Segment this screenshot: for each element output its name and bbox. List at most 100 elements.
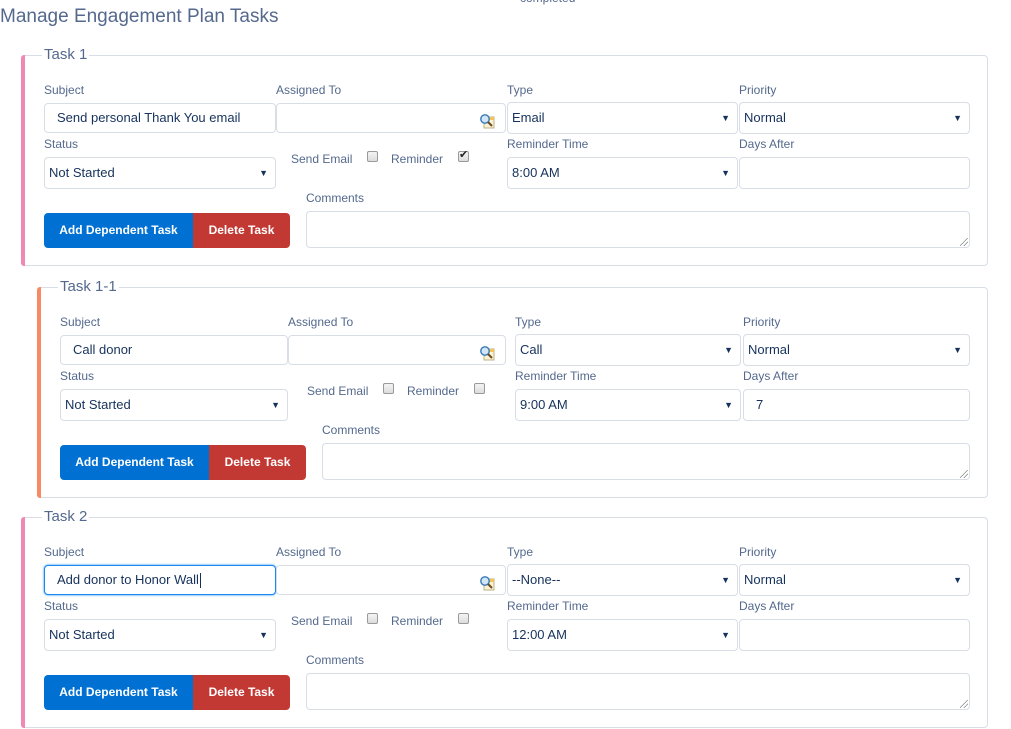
reminder-checkbox[interactable] (474, 383, 485, 394)
reminder-time-select[interactable]: 9:00 AM ▼ (515, 389, 741, 421)
status-select[interactable]: Not Started ▼ (44, 619, 276, 651)
subject-label: Subject (44, 83, 85, 97)
comments-label: Comments (306, 191, 365, 205)
status-value: Not Started (49, 165, 115, 180)
resize-handle[interactable] (960, 470, 968, 478)
dropdown-arrow-icon: ▼ (271, 400, 280, 410)
add-dependent-task-button[interactable]: Add Dependent Task (44, 675, 193, 710)
page-title: Manage Engagement Plan Tasks (0, 6, 279, 27)
subject-input[interactable]: Send personal Thank You email (44, 103, 276, 133)
subject-value: Add donor to Honor Wall (57, 572, 199, 587)
task-level-accent-bar (37, 287, 41, 498)
assigned-to-lookup-input[interactable] (288, 335, 506, 365)
resize-handle[interactable] (960, 700, 968, 708)
reminder-time-value: 9:00 AM (520, 397, 568, 412)
send-email-label: Send Email (291, 152, 353, 166)
reminder-time-label: Reminder Time (507, 137, 589, 151)
send-email-label: Send Email (307, 384, 369, 398)
dropdown-arrow-icon: ▼ (953, 575, 962, 585)
comments-textarea[interactable] (306, 673, 970, 710)
delete-task-button[interactable]: Delete Task (209, 445, 306, 480)
subject-label: Subject (60, 315, 101, 329)
reminder-time-select[interactable]: 12:00 AM ▼ (507, 619, 738, 651)
priority-value: Normal (744, 110, 786, 125)
task-level-accent-bar (21, 55, 25, 266)
magnifier-lookup-icon[interactable] (479, 343, 495, 361)
type-select[interactable]: --None-- ▼ (507, 564, 738, 596)
assigned-to-lookup-input[interactable] (276, 103, 506, 133)
reminder-checkbox[interactable]: ✔ (458, 149, 469, 162)
comments-textarea[interactable] (322, 443, 970, 480)
delete-task-button[interactable]: Delete Task (193, 675, 290, 710)
status-label: Status (44, 599, 79, 613)
delete-task-button[interactable]: Delete Task (193, 213, 290, 248)
subject-input[interactable]: Call donor (60, 335, 288, 365)
priority-select[interactable]: Normal ▼ (739, 564, 970, 596)
task-legend: Task 1-1 (58, 278, 119, 295)
type-value: --None-- (512, 572, 561, 587)
type-label: Type (515, 315, 542, 329)
reminder-time-select[interactable]: 8:00 AM ▼ (507, 157, 738, 189)
type-value: Call (520, 342, 543, 357)
task-fieldset: Task 2 Subject Assigned To Type Priority… (21, 508, 988, 728)
task-fieldset: Task 1-1 Subject Assigned To Type Priori… (37, 278, 988, 498)
priority-value: Normal (744, 572, 786, 587)
send-email-checkbox[interactable] (367, 151, 378, 162)
assigned-to-label: Assigned To (288, 315, 354, 329)
subject-value: Send personal Thank You email (57, 110, 241, 125)
subject-label: Subject (44, 545, 85, 559)
subject-input[interactable]: Add donor to Honor Wall (44, 565, 276, 595)
reminder-time-value: 8:00 AM (512, 165, 560, 180)
assigned-to-lookup-input[interactable] (276, 565, 506, 595)
reminder-label: Reminder (391, 152, 444, 166)
type-label: Type (507, 545, 534, 559)
task-level-accent-bar (21, 517, 25, 728)
comments-label: Comments (322, 423, 381, 437)
priority-select[interactable]: Normal ▼ (739, 102, 970, 134)
status-label: Status (44, 137, 79, 151)
days-after-input[interactable] (739, 619, 970, 651)
task-legend: Task 2 (42, 508, 90, 525)
magnifier-lookup-icon[interactable] (479, 111, 495, 129)
priority-label: Priority (739, 545, 777, 559)
subject-value: Call donor (73, 342, 133, 357)
status-select[interactable]: Not Started ▼ (44, 157, 276, 189)
days-after-input[interactable]: 7 (743, 389, 970, 421)
dropdown-arrow-icon: ▼ (721, 575, 730, 585)
days-after-label: Days After (739, 599, 795, 613)
days-after-input[interactable] (739, 157, 970, 189)
status-label: Status (60, 369, 95, 383)
dropdown-arrow-icon: ▼ (259, 630, 268, 640)
dropdown-arrow-icon: ▼ (721, 630, 730, 640)
type-select[interactable]: Email ▼ (507, 102, 738, 134)
add-dependent-task-button[interactable]: Add Dependent Task (44, 213, 193, 248)
task-fieldset: Task 1 Subject Assigned To Type Priority… (21, 46, 988, 266)
reminder-checkbox[interactable] (458, 613, 469, 624)
days-after-value: 7 (756, 397, 764, 412)
magnifier-lookup-icon[interactable] (479, 573, 495, 591)
comments-textarea[interactable] (306, 211, 970, 248)
send-email-checkbox[interactable] (367, 613, 378, 624)
type-label: Type (507, 83, 534, 97)
dropdown-arrow-icon: ▼ (953, 113, 962, 123)
dropdown-arrow-icon: ▼ (724, 400, 733, 410)
text-cursor (199, 573, 201, 589)
priority-value: Normal (748, 342, 790, 357)
reminder-time-value: 12:00 AM (512, 627, 567, 642)
priority-select[interactable]: Normal ▼ (743, 334, 970, 366)
comments-label: Comments (306, 653, 365, 667)
type-value: Email (512, 110, 545, 125)
reminder-time-label: Reminder Time (515, 369, 597, 383)
task-legend: Task 1 (42, 46, 90, 63)
type-select[interactable]: Call ▼ (515, 334, 741, 366)
resize-handle[interactable] (960, 238, 968, 246)
reminder-label: Reminder (391, 614, 444, 628)
add-dependent-task-button[interactable]: Add Dependent Task (60, 445, 209, 480)
checkmark-icon: ✔ (459, 149, 469, 161)
days-after-label: Days After (739, 137, 795, 151)
reminder-label: Reminder (407, 384, 460, 398)
priority-label: Priority (739, 83, 777, 97)
truncated-header-text: completed (520, 0, 575, 5)
status-select[interactable]: Not Started ▼ (60, 389, 288, 421)
send-email-checkbox[interactable] (383, 383, 394, 394)
